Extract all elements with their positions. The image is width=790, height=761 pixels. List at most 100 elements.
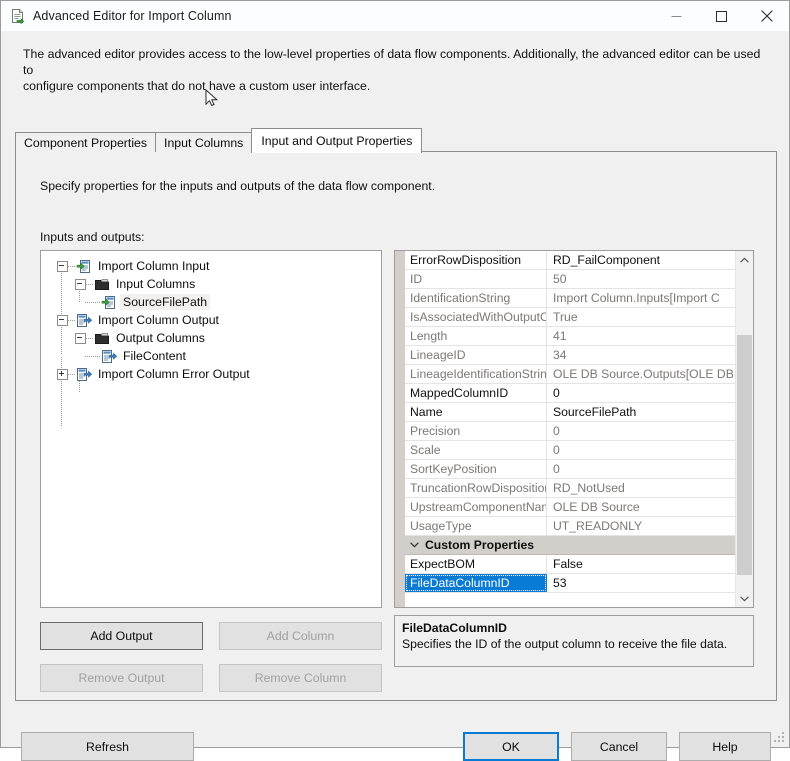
table-row[interactable]: LineageID 34 <box>405 346 737 365</box>
property-value[interactable]: RD_FailComponent <box>547 251 737 269</box>
property-value[interactable]: True <box>547 308 737 326</box>
tree-item-label: Input Columns <box>116 277 196 291</box>
remove-output-button: Remove Output <box>40 664 203 692</box>
resize-grip[interactable] <box>774 732 786 744</box>
scroll-down-button[interactable] <box>736 590 753 607</box>
tree-dots <box>86 337 94 339</box>
cancel-button[interactable]: Cancel <box>571 732 667 761</box>
property-value[interactable]: 0 <box>547 460 737 478</box>
property-value[interactable]: Import Column.Inputs[Import C <box>547 289 737 307</box>
tab-input-and-output-properties[interactable]: Input and Output Properties <box>251 128 423 153</box>
ok-button[interactable]: OK <box>463 732 559 761</box>
property-value[interactable]: 34 <box>547 346 737 364</box>
table-row[interactable]: IdentificationString Import Column.Input… <box>405 289 737 308</box>
table-row[interactable]: UpstreamComponentName OLE DB Source <box>405 498 737 517</box>
grid-rows: ErrorRowDisposition RD_FailComponent ID … <box>405 251 737 607</box>
property-name: Length <box>405 327 547 345</box>
expander-minus-icon[interactable] <box>75 278 86 290</box>
property-value[interactable]: UT_READONLY <box>547 517 737 535</box>
property-name: UsageType <box>405 517 547 535</box>
title-bar[interactable]: Advanced Editor for Import Column <box>1 1 789 32</box>
grid-empty-area <box>405 593 737 607</box>
window-controls <box>654 1 789 31</box>
maximize-button[interactable] <box>699 1 744 31</box>
property-name: Precision <box>405 422 547 440</box>
table-row[interactable]: Name SourceFilePath <box>405 403 737 422</box>
scroll-up-button[interactable] <box>736 251 753 268</box>
property-value[interactable]: 0 <box>547 384 737 402</box>
property-value[interactable]: 0 <box>547 422 737 440</box>
property-name: Scale <box>405 441 547 459</box>
tab-input-columns[interactable]: Input Columns <box>155 132 253 152</box>
tree-item-filecontent[interactable]: FileContent <box>41 347 381 365</box>
input-icon <box>101 295 117 310</box>
inputs-outputs-label: Inputs and outputs: <box>40 230 145 244</box>
table-row-selected[interactable]: FileDataColumnID 53 <box>405 574 737 593</box>
table-row[interactable]: Scale 0 <box>405 441 737 460</box>
expander-minus-icon[interactable] <box>57 260 68 272</box>
document-arrow-icon <box>10 8 26 25</box>
category-row-custom-properties[interactable]: Custom Properties <box>405 536 737 555</box>
output-icon <box>76 313 93 328</box>
property-name: TruncationRowDisposition <box>405 479 547 497</box>
property-value[interactable]: 50 <box>547 270 737 288</box>
tree-item-sourcefilepath[interactable]: SourceFilePath <box>41 293 381 311</box>
tree-item-label: Import Column Input <box>98 259 210 273</box>
tree-item-input-columns[interactable]: Input Columns <box>41 275 381 293</box>
expander-minus-icon[interactable] <box>57 314 68 326</box>
remove-column-button: Remove Column <box>219 664 382 692</box>
intro-line-2: configure components that do not have a … <box>23 79 371 93</box>
property-description-pane: FileDataColumnID Specifies the ID of the… <box>394 615 754 667</box>
add-column-button: Add Column <box>219 622 382 650</box>
tree-item-import-column-input[interactable]: Import Column Input <box>41 257 381 275</box>
tree-root: Import Column Input Input Columns Source… <box>41 251 381 427</box>
property-name: ExpectBOM <box>405 555 547 573</box>
table-row[interactable]: SortKeyPosition 0 <box>405 460 737 479</box>
tree-dots <box>68 373 76 375</box>
tree-item-output-columns[interactable]: Output Columns <box>41 329 381 347</box>
table-row[interactable]: MappedColumnID 0 <box>405 384 737 403</box>
grid-scrollbar[interactable] <box>735 251 753 607</box>
tree-item-import-column-output[interactable]: Import Column Output <box>41 311 381 329</box>
refresh-button[interactable]: Refresh <box>21 732 194 761</box>
property-value[interactable]: OLE DB Source.Outputs[OLE DB <box>547 365 737 383</box>
property-value[interactable]: 0 <box>547 441 737 459</box>
add-output-button[interactable]: Add Output <box>40 622 203 650</box>
property-value[interactable]: False <box>547 555 737 573</box>
property-description-text: Specifies the ID of the output column to… <box>402 637 728 651</box>
intro-text: The advanced editor provides access to t… <box>23 46 761 94</box>
dialog-body: The advanced editor provides access to t… <box>1 32 789 761</box>
property-name: UpstreamComponentName <box>405 498 547 516</box>
table-row[interactable]: UsageType UT_READONLY <box>405 517 737 536</box>
property-value[interactable]: 41 <box>547 327 737 345</box>
tab-page: Specify properties for the inputs and ou… <box>15 151 777 701</box>
table-row[interactable]: Length 41 <box>405 327 737 346</box>
property-value[interactable]: RD_NotUsed <box>547 479 737 497</box>
chevron-down-icon[interactable] <box>407 542 421 548</box>
tree-item-import-column-error-output[interactable]: Import Column Error Output <box>41 365 381 383</box>
table-row[interactable]: ID 50 <box>405 270 737 289</box>
table-row[interactable]: ExpectBOM False <box>405 555 737 574</box>
expander-plus-icon[interactable] <box>57 368 68 380</box>
close-button[interactable] <box>744 1 789 31</box>
property-description-title: FileDataColumnID <box>402 621 507 635</box>
table-row[interactable]: LineageIdentificationString OLE DB Sourc… <box>405 365 737 384</box>
minimize-button[interactable] <box>654 1 699 31</box>
table-row[interactable]: IsAssociatedWithOutputCo True <box>405 308 737 327</box>
property-grid[interactable]: ErrorRowDisposition RD_FailComponent ID … <box>394 250 754 608</box>
tab-component-properties[interactable]: Component Properties <box>15 132 157 152</box>
property-name: IdentificationString <box>405 289 547 307</box>
scrollbar-thumb[interactable] <box>737 335 752 575</box>
expander-minus-icon[interactable] <box>75 332 86 344</box>
property-value[interactable]: SourceFilePath <box>547 403 737 421</box>
folder-icon <box>94 277 110 292</box>
property-value[interactable]: 53 <box>547 574 737 592</box>
property-value[interactable]: OLE DB Source <box>547 498 737 516</box>
table-row[interactable]: ErrorRowDisposition RD_FailComponent <box>405 251 737 270</box>
inputs-outputs-tree[interactable]: Import Column Input Input Columns Source… <box>40 250 382 608</box>
table-row[interactable]: TruncationRowDisposition RD_NotUsed <box>405 479 737 498</box>
tree-dots <box>68 319 76 321</box>
help-button[interactable]: Help <box>679 732 771 761</box>
table-row[interactable]: Precision 0 <box>405 422 737 441</box>
tree-item-label: Import Column Output <box>98 313 219 327</box>
